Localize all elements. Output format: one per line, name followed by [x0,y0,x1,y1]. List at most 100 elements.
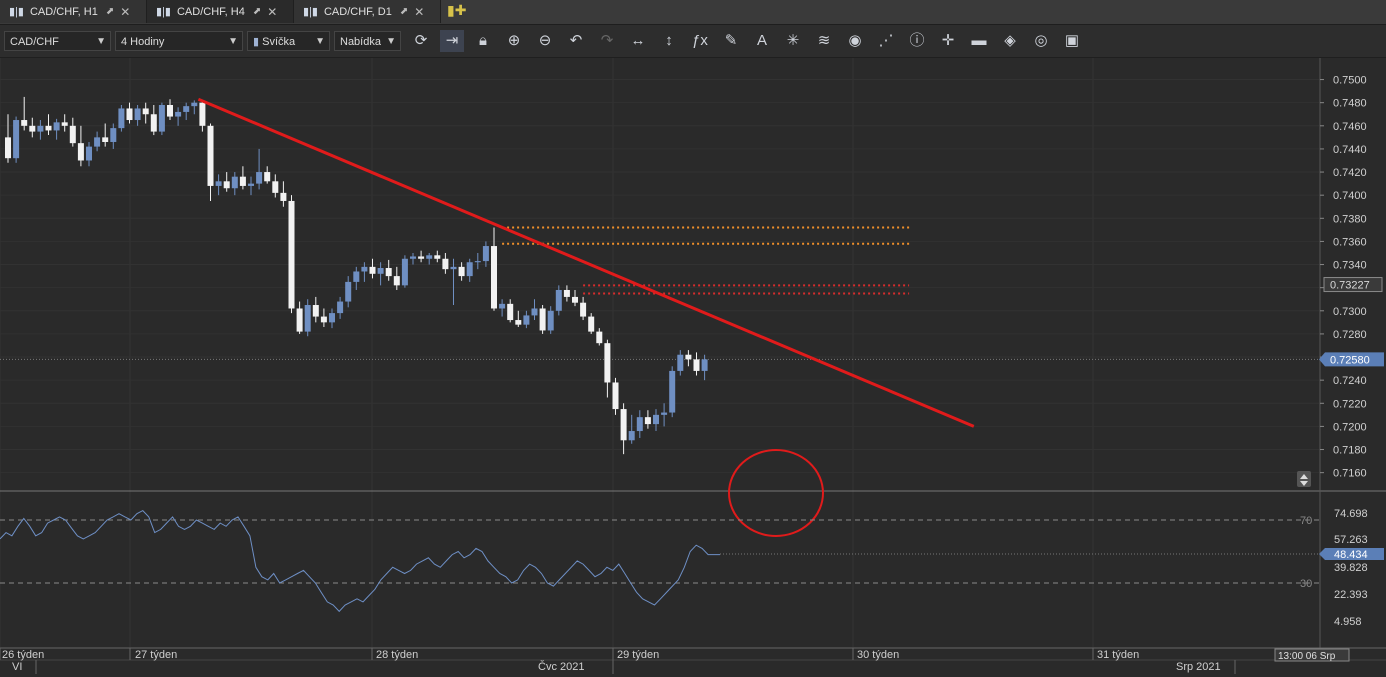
week-label: 26 týden [2,649,44,661]
autoscroll-icon[interactable]: ⇥ [440,30,464,52]
text-tool-icon[interactable]: A [750,30,774,52]
refresh-icon[interactable]: ⟳ [409,30,433,52]
popout-icon[interactable]: ⬈ [253,6,261,17]
rsi-axis-label: 4.958 [1334,616,1362,628]
candle-body [466,262,473,277]
eye-icon[interactable]: ◉ [843,30,867,52]
rsi-level-label: 70 [1300,515,1312,527]
ruler-colors-icon[interactable]: ▬ [967,30,991,52]
candle-body [288,200,295,309]
candle-body [653,414,659,425]
candle-body [393,276,400,286]
price-axis-label: 0.7300 [1333,306,1367,318]
candle-body [434,255,441,259]
price-type-select-value: Nabídka [340,36,381,48]
candle-body [482,246,489,262]
tab-cadchf-h1[interactable]: ▮|▮ CAD/CHF, H1 ⬈ ✕ [0,0,147,23]
indicator-fx-icon[interactable]: ƒx [688,30,712,52]
price-chart[interactable]: 0.7500 0.7480 0.7460 0.7440 0.7420 0.7400 0.73… [0,58,1386,674]
info-icon[interactable]: ⓘ [905,30,929,52]
cycle-icon[interactable]: ◎ [1029,30,1053,52]
candle-body [539,308,546,331]
symbol-select[interactable]: CAD/CHF ▼ [4,31,111,51]
rsi-axis-label: 22.393 [1334,589,1368,601]
candle-body [296,308,303,332]
candle-body [604,343,611,383]
candle-body [337,301,344,314]
candle-body [239,176,246,186]
price-type-select[interactable]: Nabídka ▼ [334,31,401,51]
price-axis-label: 0.7420 [1333,167,1367,179]
candle-body [37,125,44,132]
candle-body [231,176,238,189]
tab-cadchf-d1[interactable]: ▮|▮ CAD/CHF, D1 ⬈ ✕ [294,0,441,23]
candle-body [304,305,311,332]
chevron-down-icon: ▼ [96,36,106,47]
price-axis-label: 0.7500 [1333,75,1367,87]
price-axis-label: 0.7360 [1333,236,1367,248]
candle-body [685,354,692,360]
rsi-current-label: 48.434 [1334,549,1368,561]
horizontal-measure-icon[interactable]: ↔ [626,30,650,52]
redo-icon[interactable]: ↷ [595,30,619,52]
close-icon[interactable]: ✕ [120,5,130,19]
candle-body [491,246,497,309]
tab-label: CAD/CHF, H1 [29,5,98,18]
price-axis-label: 0.7160 [1333,468,1367,480]
candle-body [167,104,173,117]
candle-body [531,308,538,316]
week-label: 31 týden [1097,649,1139,661]
pencil-icon[interactable]: ✎ [719,30,743,52]
layers-icon[interactable]: ≋ [812,30,836,52]
candle-body [312,305,319,317]
candle-body [280,192,287,201]
crosshair-star-icon[interactable]: ✳ [781,30,805,52]
price-axis-label: 0.7460 [1333,121,1367,133]
rsi-axis-label: 57.263 [1334,534,1368,546]
chart-type-select[interactable]: ▮ Svíčka ▼ [247,31,330,51]
candle-body [507,303,514,321]
candle-body [13,120,20,159]
close-icon[interactable]: ✕ [267,5,277,19]
candle-body [555,289,562,311]
tab-cadchf-h4[interactable]: ▮|▮ CAD/CHF, H4 ⬈ ✕ [147,0,294,23]
candle-body [345,281,352,302]
candle-body [61,122,68,126]
chart-area[interactable]: 0.7500 0.7480 0.7460 0.7440 0.7420 0.7400 0.73… [0,58,1386,674]
lock-icon[interactable]: 🔒︎ [471,30,495,52]
candle-body [183,106,190,112]
signals-icon[interactable]: ⋰ [874,30,898,52]
candle-body [199,102,206,126]
price-axis-label: 0.7240 [1333,375,1367,387]
fill-bucket-icon[interactable]: ◈ [998,30,1022,52]
tab-bar: ▮|▮ CAD/CHF, H1 ⬈ ✕ ▮|▮ CAD/CHF, H4 ⬈ ✕ … [0,0,1386,25]
candle-body [86,146,92,161]
candle-body [45,125,52,131]
zoom-in-icon[interactable]: ⊕ [502,30,526,52]
candle-body [636,417,643,432]
close-icon[interactable]: ✕ [414,5,424,19]
week-label: 30 týden [857,649,899,661]
new-chart-tab-icon[interactable]: ▮✚ [447,2,466,19]
timeframe-select[interactable]: 4 Hodiny ▼ [115,31,243,51]
time-axis: 26 týden 27 týden 28 týden 29 týden 30 týden… [0,647,1386,674]
price-axis-label: 0.7340 [1333,260,1367,272]
rsi-axis-label: 39.828 [1334,562,1368,574]
candle-body [515,320,522,325]
candle-body [53,122,60,131]
marked-price-label: 0.73227 [1330,280,1370,292]
candle-body [701,359,708,371]
popout-icon[interactable]: ⬈ [400,6,408,17]
popout-icon[interactable]: ⬈ [106,6,114,17]
candle-body [458,266,465,277]
vertical-measure-icon[interactable]: ↕ [657,30,681,52]
candle-body [223,181,230,189]
price-axis-label: 0.7280 [1333,329,1367,341]
save-icon[interactable]: ▣ [1060,30,1084,52]
zoom-out-icon[interactable]: ⊖ [533,30,557,52]
cursor-cross-icon[interactable]: ✛ [936,30,960,52]
candlestick-icon: ▮|▮ [303,6,318,18]
candle-body [523,315,530,325]
candle-body [69,125,76,144]
undo-icon[interactable]: ↶ [564,30,588,52]
